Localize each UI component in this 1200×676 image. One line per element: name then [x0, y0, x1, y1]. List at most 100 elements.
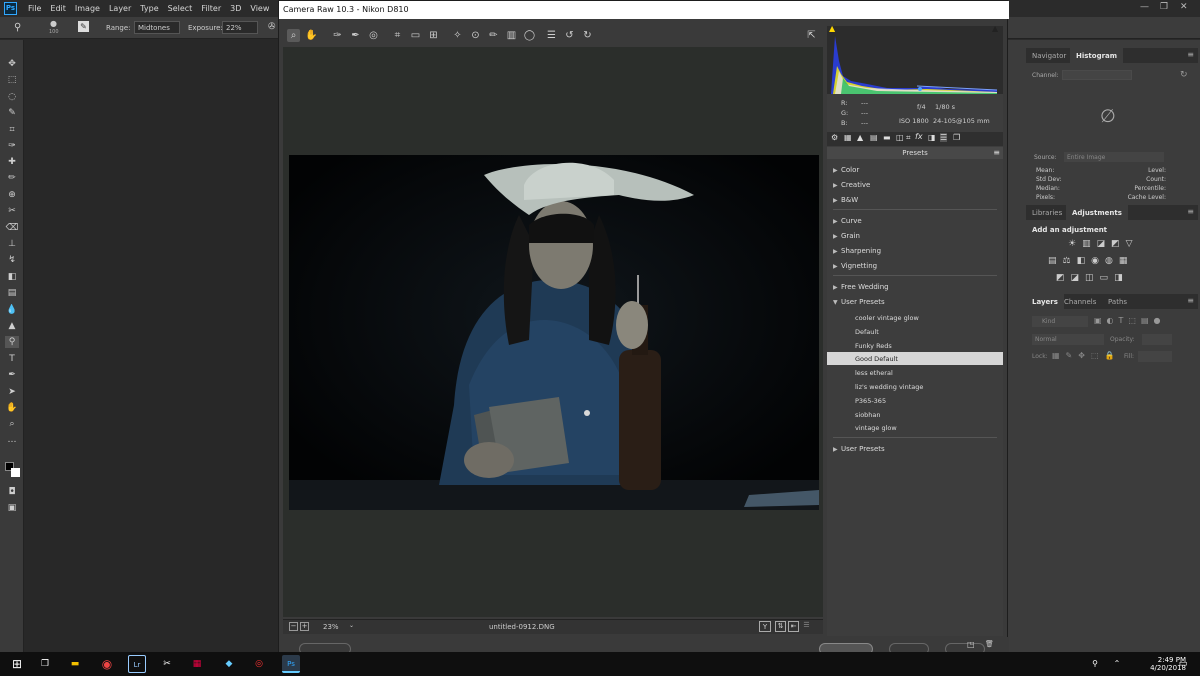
- type-tool-icon[interactable]: T: [5, 353, 19, 365]
- creative-cloud-icon[interactable]: ◎: [250, 655, 268, 673]
- eraser-tool-icon[interactable]: ⌫: [5, 222, 19, 234]
- menu-select[interactable]: Select: [168, 4, 193, 13]
- posterize-icon[interactable]: ◪: [1071, 273, 1086, 283]
- preset-item[interactable]: liz's wedding vintage: [827, 380, 1003, 393]
- channel-mixer-icon[interactable]: ◍: [1105, 256, 1119, 266]
- stamp2-tool-icon[interactable]: ⊥: [5, 238, 19, 250]
- swap-settings-icon[interactable]: ⇅: [775, 621, 786, 632]
- threshold-icon[interactable]: ◫: [1085, 273, 1100, 283]
- preset-group-user-presets[interactable]: ▼ User Presets: [833, 298, 997, 310]
- menu-filter[interactable]: Filter: [201, 4, 221, 13]
- hsl-panel-icon[interactable]: ▤: [870, 133, 878, 142]
- toggle-settings-icon[interactable]: ☰: [801, 621, 812, 632]
- straighten-tool-icon[interactable]: ▭: [409, 29, 422, 42]
- brush-preset-icon[interactable]: ●: [50, 19, 57, 28]
- refresh-icon[interactable]: ↻: [1180, 70, 1188, 80]
- healing-tool-icon[interactable]: ✚: [5, 156, 19, 168]
- history-brush-icon[interactable]: ✂: [5, 205, 19, 217]
- eraser2-tool-icon[interactable]: ◧: [5, 271, 19, 283]
- preset-item[interactable]: P365-365: [827, 394, 1003, 407]
- expand-icon[interactable]: ▶: [833, 197, 841, 204]
- expand-icon[interactable]: ▶: [833, 248, 841, 255]
- pen-tool-icon[interactable]: ✒: [5, 369, 19, 381]
- gradient-tool-icon[interactable]: ▤: [5, 287, 19, 299]
- hand-tool-icon[interactable]: ✋: [305, 29, 318, 42]
- quick-select-tool-icon[interactable]: ✎: [5, 107, 19, 119]
- copy-settings-icon[interactable]: ⇤: [788, 621, 799, 632]
- preset-group-vignetting[interactable]: ▶ Vignetting: [833, 262, 997, 274]
- brush-panel-icon[interactable]: ✎: [78, 21, 89, 32]
- menu-view[interactable]: View: [250, 4, 269, 13]
- menu-3d[interactable]: 3D: [230, 4, 241, 13]
- menu-file[interactable]: File: [28, 4, 41, 13]
- path-select-tool-icon[interactable]: ➤: [5, 386, 19, 398]
- vibrance-icon[interactable]: ▽: [1126, 239, 1139, 249]
- tab-adjustments[interactable]: Adjustments: [1066, 205, 1128, 220]
- expand-icon[interactable]: ▶: [833, 218, 841, 225]
- presets-panel-icon[interactable]: ☰: [940, 133, 948, 142]
- preset-group-user-presets-2[interactable]: ▶ User Presets: [833, 445, 997, 457]
- background-color-swatch[interactable]: [11, 468, 20, 477]
- zoom-out-button[interactable]: −: [289, 622, 298, 631]
- lightroom-icon[interactable]: Lr: [128, 655, 146, 673]
- minimize-icon[interactable]: —: [1140, 2, 1149, 12]
- tone-curve-panel-icon[interactable]: ▦: [844, 133, 852, 142]
- preset-item[interactable]: Funky Reds: [827, 339, 1003, 352]
- preset-item[interactable]: Good Default: [827, 352, 1003, 366]
- preset-group-b-w[interactable]: ▶ B&W: [833, 196, 997, 208]
- quick-mask-icon[interactable]: ◘: [5, 486, 19, 498]
- preset-group-creative[interactable]: ▶ Creative: [833, 181, 997, 193]
- marquee-tool-icon[interactable]: ⬚: [5, 74, 19, 86]
- panel-menu-icon[interactable]: ≡: [1187, 296, 1194, 305]
- stamp-tool-icon[interactable]: ⊕: [5, 189, 19, 201]
- menu-edit[interactable]: Edit: [50, 4, 66, 13]
- close-icon[interactable]: ✕: [1180, 2, 1188, 12]
- photo-filter-icon[interactable]: ◉: [1091, 256, 1105, 266]
- levels-icon[interactable]: ▥: [1082, 239, 1097, 249]
- airbrush-icon[interactable]: ✇: [268, 22, 276, 32]
- notes-app-icon[interactable]: ◆: [220, 655, 238, 673]
- transform-tool-icon[interactable]: ⊞: [427, 29, 440, 42]
- expand-icon[interactable]: ▶: [833, 446, 841, 453]
- detail-panel-icon[interactable]: ▲: [857, 133, 863, 142]
- fill-input[interactable]: [1138, 351, 1172, 362]
- effects-panel-icon[interactable]: fx: [915, 132, 923, 141]
- color-sampler-tool-icon[interactable]: ✒: [349, 29, 362, 42]
- tab-channels[interactable]: Channels: [1058, 294, 1102, 309]
- zoom-tool-icon[interactable]: ⌕: [287, 29, 300, 42]
- brightness-icon[interactable]: ☀: [1068, 239, 1082, 249]
- panel-menu-icon[interactable]: ≡: [1187, 207, 1194, 216]
- tab-paths[interactable]: Paths: [1102, 294, 1133, 309]
- preset-item[interactable]: Default: [827, 325, 1003, 338]
- invert-icon[interactable]: ◩: [1056, 273, 1071, 283]
- targeted-adjust-tool-icon[interactable]: ◎: [367, 29, 380, 42]
- color-lookup-icon[interactable]: ▦: [1119, 256, 1134, 266]
- hue-sat-icon[interactable]: ▤: [1048, 256, 1063, 266]
- gradient-map-icon[interactable]: ▭: [1100, 273, 1115, 283]
- zoom-in-button[interactable]: +: [300, 622, 309, 631]
- expand-icon[interactable]: ▶: [833, 182, 841, 189]
- zoom-tool-icon[interactable]: ⌕: [5, 418, 19, 430]
- presets-menu-icon[interactable]: ≡: [993, 148, 1000, 157]
- rotate-left-icon[interactable]: ↺: [563, 29, 576, 42]
- split-toning-panel-icon[interactable]: ▬: [883, 133, 891, 142]
- preset-group-curve[interactable]: ▶ Curve: [833, 217, 997, 229]
- capture-tool-icon[interactable]: ✂: [158, 655, 176, 673]
- source-select[interactable]: Entire Image: [1064, 152, 1164, 162]
- panel-menu-icon[interactable]: ≡: [1187, 50, 1194, 59]
- exposure-icon[interactable]: ◩: [1111, 239, 1126, 249]
- sharpen-tool-icon[interactable]: ▲: [5, 320, 19, 332]
- hand-tool-icon[interactable]: ✋: [5, 402, 19, 414]
- preset-item[interactable]: vintage glow: [827, 421, 1003, 434]
- preset-group-grain[interactable]: ▶ Grain: [833, 232, 997, 244]
- channel-select[interactable]: [1062, 70, 1132, 80]
- snapshots-panel-icon[interactable]: ❐: [953, 133, 960, 142]
- file-explorer-icon[interactable]: ▬: [66, 655, 84, 673]
- white-balance-tool-icon[interactable]: ✑: [331, 29, 344, 42]
- layer-kind-filter[interactable]: Kind: [1032, 316, 1088, 327]
- range-select[interactable]: Midtones: [134, 21, 180, 34]
- eyedropper-tool-icon[interactable]: ✑: [5, 140, 19, 152]
- screen-mode-icon[interactable]: ▣: [5, 502, 19, 514]
- preset-group-color[interactable]: ▶ Color: [833, 166, 997, 178]
- spot-removal-tool-icon[interactable]: ✧: [451, 29, 464, 42]
